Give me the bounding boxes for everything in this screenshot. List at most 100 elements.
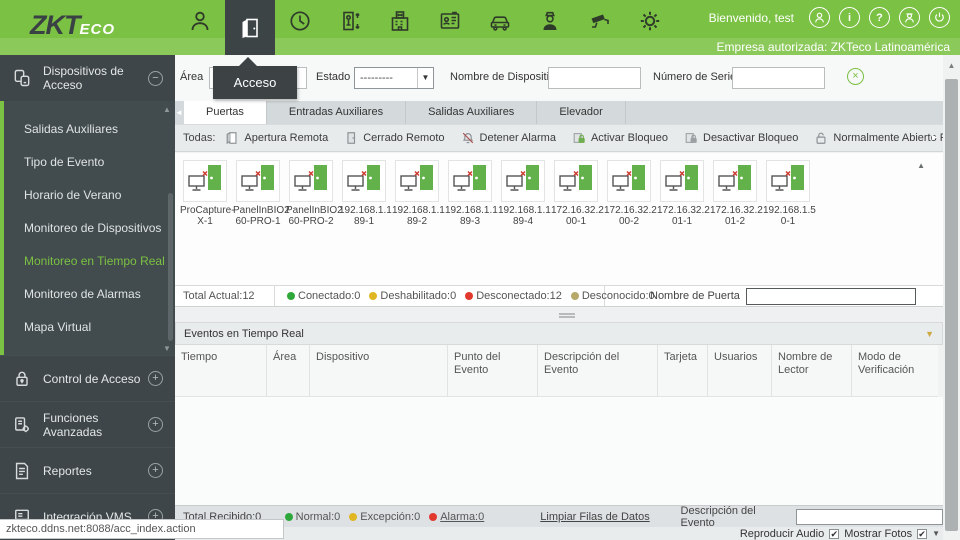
- sidebar-item-monitoreo-en-tiempo-real[interactable]: Monitoreo en Tiempo Real: [4, 245, 175, 278]
- options-dropdown-icon[interactable]: ▼: [932, 529, 940, 538]
- logo-text-eco: ECO: [79, 21, 115, 38]
- apertura-remota-button[interactable]: Apertura Remota: [225, 131, 328, 145]
- reproducir-audio-checkbox[interactable]: ✔: [829, 528, 840, 539]
- device-name-line2: 89-1: [353, 216, 374, 227]
- submenu-scroll-up-icon[interactable]: ▲: [162, 105, 172, 114]
- button-label: Desactivar Bloqueo: [703, 132, 799, 144]
- nav-parking[interactable]: [475, 0, 525, 42]
- nav-visitor[interactable]: [425, 0, 475, 42]
- expand-icon[interactable]: +: [148, 371, 163, 386]
- sidebar-group-control-de-acceso[interactable]: Control de Acceso +: [0, 355, 175, 401]
- profile-button[interactable]: [809, 7, 830, 28]
- column-header-area[interactable]: Área: [267, 345, 310, 396]
- column-header-tiempo[interactable]: Tiempo: [175, 345, 267, 396]
- submenu-scrollbar-thumb[interactable]: [168, 193, 173, 341]
- device-tile[interactable]: ProCapture- X-1: [180, 160, 234, 227]
- activar-bloqueo-button[interactable]: Activar Bloqueo: [572, 131, 668, 145]
- events-section-header[interactable]: Eventos en Tiempo Real ▼: [175, 322, 943, 345]
- sidebar-group-funciones-avanzadas[interactable]: Funciones Avanzadas +: [0, 401, 175, 447]
- column-header-descripcion-del-evento[interactable]: Descripción del Evento: [538, 345, 658, 396]
- device-name-line2: 60-PRO-1: [235, 216, 281, 227]
- column-header-punto-del-evento[interactable]: Punto del Evento: [448, 345, 538, 396]
- nav-personnel[interactable]: [175, 0, 225, 42]
- device-tile[interactable]: 172.16.32.2 01-1: [657, 160, 710, 227]
- device-name-line2: 01-1: [671, 216, 692, 227]
- sidebar-item-salidas-auxiliares[interactable]: Salidas Auxiliares: [4, 113, 175, 146]
- nav-access[interactable]: [225, 0, 275, 55]
- cerrado-remoto-button[interactable]: Cerrado Remoto: [344, 131, 445, 145]
- info-button[interactable]: i: [839, 7, 860, 28]
- sidebar-group-reportes[interactable]: Reportes +: [0, 447, 175, 493]
- main-content: Área Estado --------- ▼ Nombre de Dispos…: [175, 55, 960, 540]
- door-device-icon: [183, 160, 227, 202]
- toolbar-scroll-right-icon[interactable]: ►: [930, 132, 939, 142]
- device-tile[interactable]: 172.16.32.2 00-2: [604, 160, 657, 227]
- device-tile[interactable]: 192.168.1.1 89-1: [339, 160, 392, 227]
- limpiar-filas-link[interactable]: Limpiar Filas de Datos: [540, 511, 649, 523]
- sidebar-item-tipo-de-evento[interactable]: Tipo de Evento: [4, 146, 175, 179]
- nombre-puerta-input[interactable]: [745, 287, 916, 305]
- door-open-icon: [225, 131, 239, 145]
- nav-elevator[interactable]: [325, 0, 375, 42]
- device-name-line1: 172.16.32.2: [657, 205, 710, 216]
- clear-filters-icon[interactable]: ×: [847, 68, 864, 85]
- submenu-scroll-down-icon[interactable]: ▼: [162, 344, 172, 353]
- scrollbar-thumb[interactable]: [945, 79, 958, 531]
- profile-icon: [813, 11, 826, 24]
- nav-attendance[interactable]: [275, 0, 325, 42]
- column-header-nombre-de-lector[interactable]: Nombre de Lector: [772, 345, 852, 396]
- detener-alarma-button[interactable]: Detener Alarma: [461, 131, 556, 145]
- column-header-tarjeta[interactable]: Tarjeta: [658, 345, 708, 396]
- device-tile[interactable]: 172.16.32.2 01-2: [710, 160, 763, 227]
- device-name-line2: X-1: [197, 216, 213, 227]
- report-document-icon: [12, 461, 43, 481]
- resize-handle[interactable]: [559, 313, 575, 318]
- sidebar-item-mapa-virtual[interactable]: Mapa Virtual: [4, 311, 175, 344]
- help-button[interactable]: ?: [869, 7, 890, 28]
- logout-button[interactable]: [929, 7, 950, 28]
- nav-system[interactable]: [625, 0, 675, 42]
- tab-puertas[interactable]: Puertas: [184, 101, 267, 124]
- device-tile[interactable]: 192.168.1.1 89-3: [445, 160, 498, 227]
- device-tile[interactable]: 192.168.1.1 89-4: [498, 160, 551, 227]
- column-header-modo-de-verificacion[interactable]: Modo de Verificación: [852, 345, 938, 396]
- gear-icon: [638, 9, 662, 33]
- expand-icon[interactable]: +: [148, 417, 163, 432]
- device-tile[interactable]: 172.16.32.2 00-1: [551, 160, 604, 227]
- admin-button[interactable]: [899, 7, 920, 28]
- scrollbar-up-icon[interactable]: ▲: [943, 55, 960, 70]
- tab-scroll-left-icon[interactable]: ◄: [175, 101, 184, 124]
- tab-elevador[interactable]: Elevador: [537, 101, 626, 124]
- door-device-icon: [501, 160, 545, 202]
- collapse-icon[interactable]: −: [148, 70, 163, 86]
- column-header-usuarios[interactable]: Usuarios: [708, 345, 772, 396]
- events-table-header: Tiempo Área Dispositivo Punto del Evento…: [175, 345, 938, 397]
- column-header-dispositivo[interactable]: Dispositivo: [310, 345, 448, 396]
- device-tile[interactable]: PanelInBIO2 60-PRO-1: [233, 160, 290, 227]
- access-devices-icon: [12, 68, 43, 88]
- numero-serie-input[interactable]: [732, 67, 825, 89]
- desactivar-bloqueo-button[interactable]: Desactivar Bloqueo: [684, 131, 798, 145]
- page-scrollbar[interactable]: ▲: [943, 55, 960, 540]
- estado-select[interactable]: --------- ▼: [354, 67, 434, 89]
- device-tile[interactable]: 192.168.1.1 89-2: [392, 160, 445, 227]
- tab-entradas-auxiliares[interactable]: Entradas Auxiliares: [266, 101, 407, 124]
- door-device-icon: [289, 160, 333, 202]
- expand-icon[interactable]: +: [148, 463, 163, 478]
- sidebar-item-monitoreo-de-dispositivos[interactable]: Monitoreo de Dispositivos: [4, 212, 175, 245]
- nav-hotel[interactable]: [375, 0, 425, 42]
- nombre-dispositivo-input[interactable]: [548, 67, 641, 89]
- mostrar-fotos-checkbox[interactable]: ✔: [917, 528, 928, 539]
- descripcion-evento-input[interactable]: [796, 508, 943, 525]
- device-grid-panel: ▲ ProCapture- X-1 PanelInBIO2 60-PRO-1 Pan…: [175, 153, 943, 285]
- sidebar-group-dispositivos-de-acceso[interactable]: Dispositivos de Acceso −: [0, 55, 175, 101]
- sidebar-item-horario-de-verano[interactable]: Horario de Verano: [4, 179, 175, 212]
- device-scroll-up-icon[interactable]: ▲: [917, 161, 925, 170]
- nav-video[interactable]: [575, 0, 625, 42]
- tab-salidas-auxiliares[interactable]: Salidas Auxiliares: [406, 101, 538, 124]
- device-tile[interactable]: PanelInBIO2 60-PRO-2: [286, 160, 343, 227]
- nav-patrol[interactable]: [525, 0, 575, 42]
- collapse-section-icon[interactable]: ▼: [925, 329, 934, 339]
- sidebar-item-monitoreo-de-alarmas[interactable]: Monitoreo de Alarmas: [4, 278, 175, 311]
- device-tile[interactable]: 192.168.1.5 0-1: [763, 160, 816, 227]
